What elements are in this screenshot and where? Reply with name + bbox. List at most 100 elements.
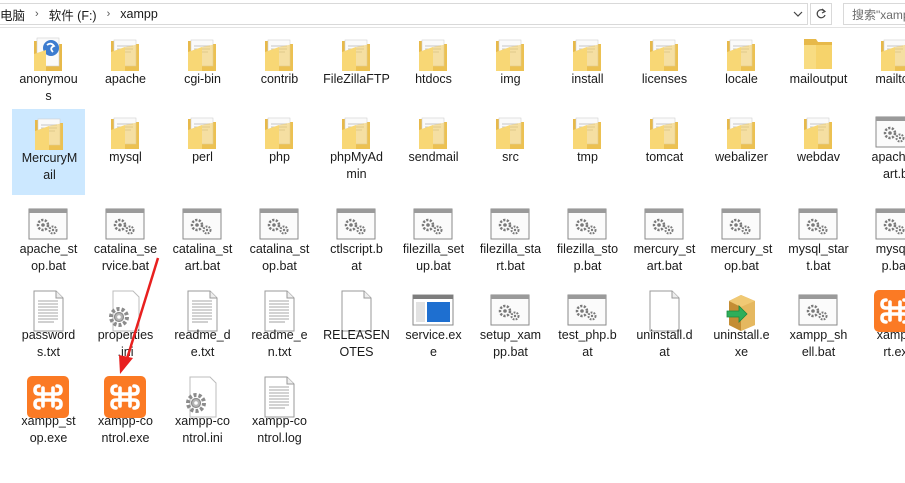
file-name-label: password s.txt — [21, 328, 76, 359]
file-item[interactable]: webdav — [782, 109, 855, 195]
file-name-label: mailoutput — [789, 72, 848, 86]
file-name-label: mysql_star t.bat — [788, 242, 849, 273]
breadcrumb-drive-f[interactable]: 软件 (F:) — [45, 5, 101, 24]
file-item[interactable]: apache — [89, 31, 162, 117]
file-name-label: FileZillaFTP — [323, 72, 390, 86]
file-name-label: uninstall.e xe — [713, 328, 770, 359]
file-item[interactable]: locale — [705, 31, 778, 117]
file-item[interactable]: uninstall.e xe — [705, 287, 778, 373]
file-name-label: htdocs — [415, 72, 452, 86]
file-item[interactable]: apache_ art.b — [859, 109, 905, 195]
file-name-label: install — [571, 72, 604, 86]
refresh-button[interactable] — [810, 3, 832, 25]
file-item[interactable]: setup_xam pp.bat — [474, 287, 547, 373]
file-item[interactable]: catalina_st op.bat — [243, 201, 316, 287]
file-name-label: img — [500, 72, 521, 86]
file-item[interactable]: xampp_sh ell.bat — [782, 287, 855, 373]
file-name-label: service.ex e — [405, 328, 462, 359]
file-item[interactable]: perl — [166, 109, 239, 195]
file-item[interactable]: mysql_ p.bat — [859, 201, 905, 287]
file-item[interactable]: mercury_st art.bat — [628, 201, 701, 287]
file-name-label: perl — [192, 150, 213, 164]
breadcrumb-separator-icon[interactable]: › — [29, 8, 45, 20]
refresh-icon — [816, 8, 827, 19]
file-item[interactable]: RELEASEN OTES — [320, 287, 393, 373]
breadcrumb-separator-icon[interactable]: › — [101, 8, 117, 20]
file-item[interactable]: catalina_st art.bat — [166, 201, 239, 287]
breadcrumb-xampp[interactable]: xampp — [116, 7, 162, 21]
file-name-label: test_php.b at — [558, 328, 617, 359]
file-item[interactable]: MercuryM ail — [12, 109, 85, 195]
file-item[interactable]: service.ex e — [397, 287, 470, 373]
file-item[interactable]: mysql — [89, 109, 162, 195]
file-name-label: locale — [725, 72, 758, 86]
file-item[interactable]: tomcat — [628, 109, 701, 195]
file-item[interactable]: FileZillaFTP — [320, 31, 393, 117]
file-name-label: xampp_st op.exe — [21, 414, 76, 445]
file-item[interactable]: mailoutput — [782, 31, 855, 117]
file-name-label: xampp rt.ex — [876, 328, 905, 359]
address-bar[interactable]: 电脑 › 软件 (F:) › xampp — [0, 3, 808, 25]
file-name-label: catalina_se rvice.bat — [93, 242, 158, 273]
file-item[interactable]: ctlscript.b at — [320, 201, 393, 287]
file-item[interactable]: php — [243, 109, 316, 195]
breadcrumb-computer[interactable]: 电脑 — [0, 5, 29, 24]
file-item[interactable]: properties .ini — [89, 287, 162, 373]
file-item[interactable]: contrib — [243, 31, 316, 117]
file-name-label: src — [502, 150, 519, 164]
file-name-label: properties .ini — [97, 328, 154, 359]
file-item[interactable]: filezilla_set up.bat — [397, 201, 470, 287]
file-item[interactable]: xampp rt.ex — [859, 287, 905, 373]
file-name-label: catalina_st art.bat — [172, 242, 233, 273]
file-name-label: contrib — [260, 72, 299, 86]
file-item[interactable]: test_php.b at — [551, 287, 624, 373]
file-item[interactable]: xampp-co ntrol.log — [243, 373, 316, 459]
file-item[interactable]: readme_e n.txt — [243, 287, 316, 373]
file-item[interactable]: mysql_star t.bat — [782, 201, 855, 287]
file-name-label: tomcat — [645, 150, 684, 164]
file-item[interactable]: mercury_st op.bat — [705, 201, 778, 287]
file-item[interactable]: install — [551, 31, 624, 117]
file-name-label: ctlscript.b at — [330, 242, 383, 273]
file-name-label: webdav — [796, 150, 841, 164]
file-list: anonymou s apache cgi-bin contrib FileZi… — [12, 31, 905, 483]
file-name-label: mysql — [109, 150, 142, 164]
file-name-label: mysql_ p.bat — [875, 242, 905, 273]
file-item[interactable]: sendmail — [397, 109, 470, 195]
file-item[interactable]: xampp-co ntrol.ini — [166, 373, 239, 459]
address-toolbar: 电脑 › 软件 (F:) › xampp 搜索"xampp" — [0, 0, 905, 28]
file-name-label: webalizer — [715, 150, 768, 164]
file-item[interactable]: src — [474, 109, 547, 195]
file-name-label: MercuryM ail — [21, 151, 78, 182]
file-item[interactable]: filezilla_sta rt.bat — [474, 201, 547, 287]
address-history-chevron-down-icon[interactable] — [789, 4, 807, 24]
file-item[interactable]: img — [474, 31, 547, 117]
search-input[interactable]: 搜索"xampp" — [843, 3, 905, 25]
file-item[interactable]: catalina_se rvice.bat — [89, 201, 162, 287]
file-name-label: php — [269, 150, 290, 164]
file-item[interactable]: apache_st op.bat — [12, 201, 85, 287]
file-item[interactable]: mailtod — [859, 31, 905, 117]
file-item[interactable]: xampp-co ntrol.exe — [89, 373, 162, 459]
file-item[interactable]: webalizer — [705, 109, 778, 195]
file-name-label: phpMyAd min — [330, 150, 383, 181]
file-item[interactable]: licenses — [628, 31, 701, 117]
file-item[interactable]: readme_d e.txt — [166, 287, 239, 373]
file-name-label: catalina_st op.bat — [249, 242, 310, 273]
file-name-label: filezilla_sta rt.bat — [479, 242, 542, 273]
file-name-label: filezilla_set up.bat — [402, 242, 465, 273]
file-name-label: cgi-bin — [184, 72, 221, 86]
file-name-label: apache_ art.b — [871, 150, 905, 181]
file-item[interactable]: anonymou s — [12, 31, 85, 117]
file-name-label: xampp-co ntrol.log — [252, 414, 307, 445]
file-item[interactable]: phpMyAd min — [320, 109, 393, 195]
file-item[interactable]: password s.txt — [12, 287, 85, 373]
file-name-label: filezilla_sto p.bat — [556, 242, 619, 273]
file-item[interactable]: filezilla_sto p.bat — [551, 201, 624, 287]
file-item[interactable]: cgi-bin — [166, 31, 239, 117]
file-item[interactable]: tmp — [551, 109, 624, 195]
file-item[interactable]: xampp_st op.exe — [12, 373, 85, 459]
file-item[interactable]: htdocs — [397, 31, 470, 117]
file-item[interactable]: uninstall.d at — [628, 287, 701, 373]
file-name-label: sendmail — [408, 150, 459, 164]
